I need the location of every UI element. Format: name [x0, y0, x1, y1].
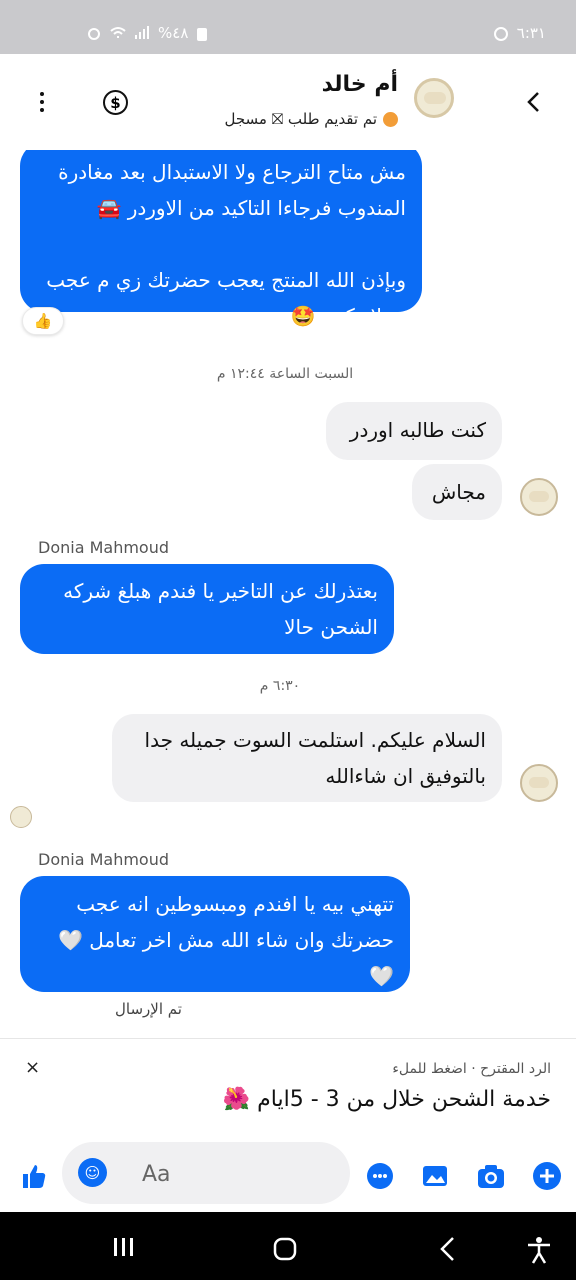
- camera-icon[interactable]: [476, 1161, 506, 1191]
- message-outgoing[interactable]: بعتذرلك عن التاخير يا فندم هبلغ شركه الش…: [20, 564, 394, 654]
- avatar[interactable]: [414, 78, 454, 118]
- message-input[interactable]: ☺ Aa: [62, 1142, 350, 1204]
- sync-icon: [493, 26, 509, 41]
- more-icon[interactable]: [40, 92, 44, 112]
- message-incoming[interactable]: السلام عليكم. استلمت السوت جميله جدا بال…: [112, 714, 502, 802]
- message-list[interactable]: مش متاح الترجاع ولا الاستبدال بعد مغادرة…: [0, 150, 576, 1040]
- reaction-like-icon[interactable]: 👍: [22, 307, 64, 335]
- clock-area: ٦:٣١: [493, 24, 546, 42]
- dollar-icon[interactable]: $: [103, 90, 128, 115]
- seen-avatar: [10, 806, 32, 828]
- recent-apps-icon[interactable]: [112, 1236, 136, 1262]
- wifi-icon: [110, 26, 126, 40]
- close-icon[interactable]: ×: [25, 1057, 40, 1078]
- status-bar: %٤٨ ٦:٣١: [0, 0, 576, 54]
- suggested-reply[interactable]: × الرد المقترح · اضغط للملء خدمة الشحن خ…: [0, 1038, 576, 1138]
- nav-back-icon[interactable]: [438, 1236, 458, 1266]
- battery-text: %٤٨: [158, 24, 189, 42]
- message-incoming[interactable]: كنت طالبه اوردر: [326, 402, 502, 460]
- status-dot-icon: [383, 111, 398, 127]
- message-placeholder: Aa: [142, 1162, 171, 1187]
- order-status-label: تم تقديم طلب ⛝ مسجل: [224, 110, 377, 128]
- signal-icon: [134, 26, 150, 40]
- gallery-icon[interactable]: [420, 1161, 450, 1191]
- sent-status: تم الإرسال: [115, 1000, 182, 1018]
- chat-bubble-icon[interactable]: [365, 1161, 395, 1191]
- add-icon[interactable]: [532, 1161, 562, 1191]
- home-icon[interactable]: [272, 1236, 298, 1266]
- system-navbar: [0, 1212, 576, 1280]
- like-icon[interactable]: [18, 1161, 48, 1191]
- alarm-icon: [86, 26, 102, 40]
- sender-name: Donia Mahmoud: [38, 850, 170, 869]
- message-incoming[interactable]: مجاش: [412, 464, 502, 520]
- accessibility-icon[interactable]: [526, 1236, 552, 1268]
- sender-name: Donia Mahmoud: [38, 538, 170, 557]
- order-status: تم تقديم طلب ⛝ مسجل: [224, 110, 398, 128]
- timestamp: السبت الساعة ١٢:٤٤ م: [216, 366, 354, 382]
- chat-header: أم خالد تم تقديم طلب ⛝ مسجل $: [0, 54, 576, 150]
- composer: ☺ Aa: [0, 1138, 576, 1212]
- message-outgoing[interactable]: تتهني بيه يا افندم ومبسوطين انه عجب حضرت…: [20, 876, 410, 992]
- contact-avatar[interactable]: [520, 478, 558, 516]
- back-icon[interactable]: [524, 90, 544, 114]
- status-icons: %٤٨: [86, 24, 212, 42]
- timestamp: ٦:٣٠ م: [259, 678, 301, 694]
- emoji-icon[interactable]: ☺: [78, 1158, 107, 1187]
- suggestion-caption: الرد المقترح · اضغط للملء: [392, 1061, 551, 1077]
- suggestion-text[interactable]: خدمة الشحن خلال من 3 - 5ايام 🌺: [223, 1087, 551, 1112]
- contact-avatar[interactable]: [520, 764, 558, 802]
- status-time: ٦:٣١: [516, 24, 546, 42]
- battery-icon: [196, 26, 212, 41]
- contact-name[interactable]: أم خالد: [322, 72, 398, 97]
- message-outgoing[interactable]: مش متاح الترجاع ولا الاستبدال بعد مغادرة…: [20, 150, 422, 328]
